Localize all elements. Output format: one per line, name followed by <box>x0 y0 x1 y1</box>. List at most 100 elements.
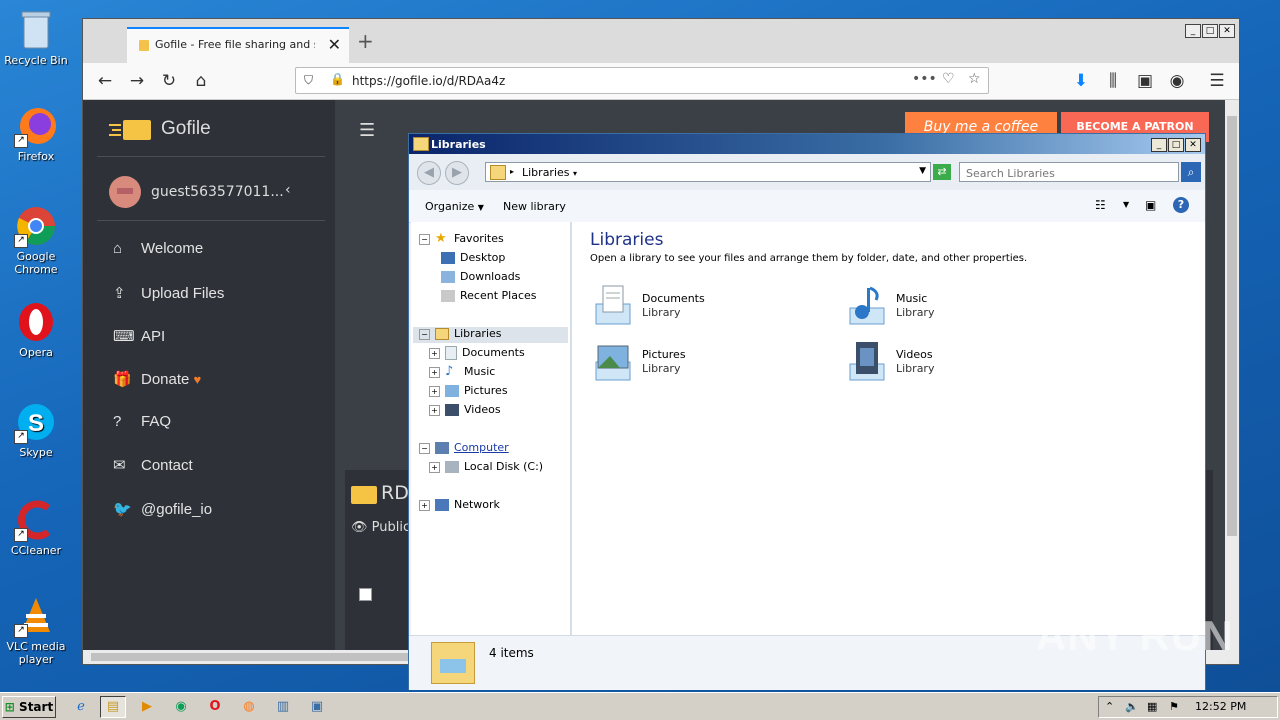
breadcrumb-libraries[interactable]: Libraries <box>522 166 570 179</box>
page-vertical-scrollbar[interactable] <box>1225 100 1239 660</box>
address-bar[interactable]: ▸ Libraries ▾ ▼ <box>485 162 931 182</box>
library-videos[interactable]: Videos Library <box>844 340 1064 388</box>
reload-icon[interactable]: ↻ <box>157 69 181 93</box>
minimize-button[interactable]: _ <box>1151 138 1167 152</box>
maximize-button[interactable]: □ <box>1202 24 1218 38</box>
network-tray-icon[interactable]: ▦ <box>1147 700 1157 713</box>
tree-network[interactable]: + Network <box>419 498 500 514</box>
menu-item-contact[interactable]: ✉ Contact <box>113 456 193 480</box>
tree-libraries[interactable]: − Libraries <box>413 327 568 343</box>
search-field[interactable] <box>959 162 1179 182</box>
expand-toggle-icon[interactable]: + <box>429 385 440 397</box>
search-icon[interactable]: ⌕ <box>1181 162 1201 182</box>
new-library-button[interactable]: New library <box>503 200 566 213</box>
preview-pane-icon[interactable]: ▣ <box>1145 198 1156 212</box>
media-player-icon[interactable]: ▶ <box>134 696 160 718</box>
chevron-right-icon[interactable]: ▸ <box>510 167 514 176</box>
window-taskbar-icon[interactable]: ▣ <box>304 696 330 718</box>
desktop-icon-ccleaner[interactable]: ↗ CCleaner <box>0 498 72 557</box>
account-icon[interactable]: ◉ <box>1165 69 1189 93</box>
collapse-toggle-icon[interactable]: − <box>419 328 430 340</box>
tree-favorites[interactable]: − ★ Favorites <box>419 232 504 248</box>
refresh-icon[interactable]: ⇄ <box>933 164 951 180</box>
expand-toggle-icon[interactable]: + <box>429 347 440 359</box>
window-taskbar-icon[interactable]: ▥ <box>270 696 296 718</box>
tree-recent-places[interactable]: Recent Places <box>441 289 537 305</box>
downloads-icon[interactable]: ⬇ <box>1069 69 1093 93</box>
minimize-button[interactable]: _ <box>1185 24 1201 38</box>
close-tab-icon[interactable]: ✕ <box>328 35 341 54</box>
library-icon[interactable]: ⫼ <box>1101 69 1125 93</box>
desktop-icon-chrome[interactable]: ↗ Google Chrome <box>0 204 72 276</box>
clock[interactable]: 12:52 PM <box>1195 700 1246 713</box>
sidebar-toggle-icon[interactable]: ▣ <box>1133 69 1157 93</box>
explorer-taskbar-icon[interactable]: ▤ <box>100 696 126 718</box>
menu-item-welcome[interactable]: ⌂ Welcome <box>113 240 203 264</box>
desktop-icon-vlc[interactable]: ↗ VLC media player <box>0 594 72 666</box>
menu-item-faq[interactable]: ? FAQ <box>113 413 171 437</box>
change-view-icon[interactable]: ☷ <box>1095 198 1106 212</box>
help-icon[interactable]: ? <box>1173 197 1189 213</box>
chrome-taskbar-icon[interactable]: ◉ <box>168 696 194 718</box>
explorer-title-bar[interactable]: Libraries _ □ ✕ <box>409 134 1205 154</box>
expand-toggle-icon[interactable]: + <box>419 499 430 511</box>
home-icon[interactable]: ⌂ <box>189 69 213 93</box>
tree-pictures[interactable]: + Pictures <box>429 384 508 400</box>
library-pictures[interactable]: Pictures Library <box>590 340 810 388</box>
menu-item-donate[interactable]: 🎁 Donate ♥ <box>113 370 201 394</box>
close-window-button[interactable]: ✕ <box>1219 24 1235 38</box>
scrollbar-thumb[interactable] <box>1227 116 1237 536</box>
forward-arrow-icon[interactable]: → <box>125 69 149 93</box>
chevron-left-icon[interactable]: ‹ <box>285 182 291 198</box>
tab-gofile[interactable]: Gofile - Free file sharing and storage ✕ <box>127 27 349 63</box>
start-button[interactable]: ⊞ Start <box>2 696 56 718</box>
menu-item-upload-files[interactable]: ⇪ Upload Files <box>113 284 224 308</box>
close-window-button[interactable]: ✕ <box>1185 138 1201 152</box>
maximize-button[interactable]: □ <box>1168 138 1184 152</box>
tree-computer[interactable]: − Computer <box>419 441 509 457</box>
tree-videos[interactable]: + Videos <box>429 403 501 419</box>
url-bar[interactable]: ⛉ 🔒 https://gofile.io/d/RDAa4z ••• ♡ ☆ <box>295 67 989 94</box>
expand-toggle-icon[interactable]: + <box>429 404 440 416</box>
desktop-icon-firefox[interactable]: ↗ Firefox <box>0 104 72 163</box>
tray-expand-icon[interactable]: ⌃ <box>1105 700 1114 713</box>
chevron-down-icon[interactable]: ▼ <box>1123 200 1129 209</box>
new-tab-button[interactable]: + <box>357 29 374 53</box>
firefox-taskbar-icon[interactable]: ◍ <box>236 696 262 718</box>
breadcrumb[interactable]: Libraries ▾ <box>522 166 577 179</box>
search-input[interactable] <box>964 164 1164 182</box>
back-arrow-icon[interactable]: ◀ <box>417 161 441 185</box>
tree-desktop[interactable]: Desktop <box>441 251 505 267</box>
lock-icon[interactable]: 🔒 <box>330 72 345 86</box>
url-text[interactable]: https://gofile.io/d/RDAa4z <box>352 74 505 88</box>
tree-local-disk[interactable]: + Local Disk (C:) <box>429 460 543 476</box>
tree-music[interactable]: + ♪ Music <box>429 365 495 381</box>
library-music[interactable]: Music Library <box>844 284 1064 332</box>
volume-icon[interactable]: 🔈 <box>1125 700 1139 713</box>
action-center-flag-icon[interactable]: ⚑ <box>1169 700 1179 713</box>
opera-taskbar-icon[interactable]: O <box>202 696 228 718</box>
menu-item-api[interactable]: ⌨ API <box>113 327 165 351</box>
menu-hamburger-icon[interactable]: ☰ <box>1205 69 1229 93</box>
page-menu-icon[interactable]: ☰ <box>359 120 375 141</box>
menu-item-twitter[interactable]: 🐦 @gofile_io <box>113 500 212 524</box>
desktop-icon-skype[interactable]: S ↗ Skype <box>0 400 72 459</box>
library-documents[interactable]: Documents Library <box>590 284 810 332</box>
tree-downloads[interactable]: Downloads <box>441 270 520 286</box>
pocket-icon[interactable]: ♡ <box>942 71 955 87</box>
tree-documents[interactable]: + Documents <box>429 346 525 362</box>
desktop-icon-opera[interactable]: Opera <box>0 300 72 359</box>
collapse-toggle-icon[interactable]: − <box>419 233 430 245</box>
desktop-icon-recycle-bin[interactable]: Recycle Bin <box>0 8 72 67</box>
address-dropdown-icon[interactable]: ▼ <box>919 166 926 176</box>
expand-toggle-icon[interactable]: + <box>429 461 440 473</box>
forward-arrow-icon[interactable]: ▶ <box>445 161 469 185</box>
bookmark-star-icon[interactable]: ☆ <box>968 71 981 87</box>
back-arrow-icon[interactable]: ← <box>93 69 117 93</box>
select-all-checkbox[interactable] <box>359 588 372 601</box>
expand-toggle-icon[interactable]: + <box>429 366 440 378</box>
page-actions-icon[interactable]: ••• <box>912 71 937 87</box>
tracking-shield-icon[interactable]: ⛉ <box>304 73 313 88</box>
chevron-down-icon[interactable]: ▾ <box>573 169 577 178</box>
internet-explorer-icon[interactable]: ℯ <box>68 696 94 718</box>
